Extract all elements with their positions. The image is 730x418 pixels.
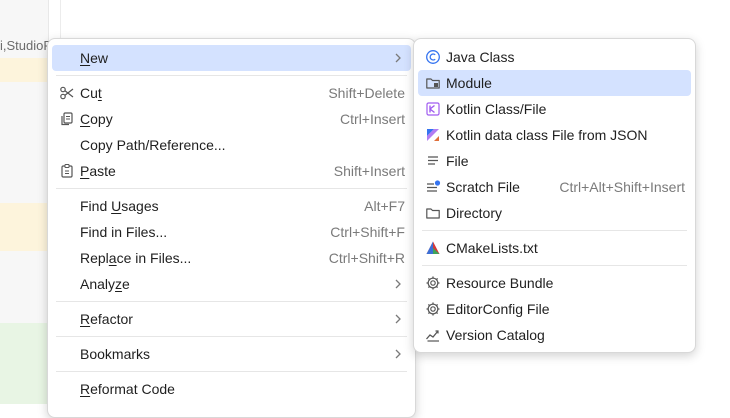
submenu-item-kotlin-class[interactable]: Kotlin Class/File — [418, 96, 691, 122]
submenu-item-module[interactable]: Module — [418, 70, 691, 96]
kotlin-file-icon — [425, 101, 441, 117]
shortcut-text: Ctrl+Shift+R — [328, 250, 405, 266]
scratch-file-icon — [425, 179, 441, 195]
menu-item-reformat-code[interactable]: Reformat Code — [52, 376, 411, 402]
menu-separator — [56, 75, 407, 76]
submenu-item-cmakelists[interactable]: CMakeLists.txt — [418, 235, 691, 261]
kotlin-json-icon — [425, 127, 441, 143]
menu-separator — [56, 301, 407, 302]
chevron-right-icon — [395, 279, 401, 289]
submenu-item-resource-bundle[interactable]: Resource Bundle — [418, 270, 691, 296]
module-folder-icon — [425, 75, 441, 91]
cmake-icon — [425, 240, 441, 256]
menu-separator — [56, 371, 407, 372]
paste-icon — [59, 163, 75, 179]
context-menu: New Cut Shift+Delete Copy Ctrl+Insert Co… — [47, 38, 416, 418]
shortcut-text: Ctrl+Alt+Shift+Insert — [559, 179, 685, 195]
shortcut-text: Shift+Delete — [328, 85, 405, 101]
highlight-band — [0, 58, 48, 82]
menu-item-new[interactable]: New — [52, 45, 411, 71]
menu-item-cut[interactable]: Cut Shift+Delete — [52, 80, 411, 106]
menu-separator — [422, 230, 687, 231]
highlight-band — [0, 203, 48, 251]
menu-item-find-in-files[interactable]: Find in Files... Ctrl+Shift+F — [52, 219, 411, 245]
text-file-icon — [425, 153, 441, 169]
chevron-right-icon — [395, 349, 401, 359]
menu-item-paste[interactable]: Paste Shift+Insert — [52, 158, 411, 184]
submenu-item-directory[interactable]: Directory — [418, 200, 691, 226]
shortcut-text: Alt+F7 — [364, 198, 405, 214]
shortcut-text: Shift+Insert — [333, 163, 405, 179]
submenu-item-version-catalog[interactable]: Version Catalog — [418, 322, 691, 348]
submenu-item-kotlin-json[interactable]: Kotlin data class File from JSON — [418, 122, 691, 148]
shortcut-text: Ctrl+Insert — [340, 111, 405, 127]
folder-icon — [425, 205, 441, 221]
scissors-icon — [59, 85, 75, 101]
menu-item-replace-in-files[interactable]: Replace in Files... Ctrl+Shift+R — [52, 245, 411, 271]
gear-icon — [425, 301, 441, 317]
chevron-right-icon — [395, 314, 401, 324]
submenu-item-editorconfig[interactable]: EditorConfig File — [418, 296, 691, 322]
menu-item-bookmarks[interactable]: Bookmarks — [52, 341, 411, 367]
menu-item-find-usages[interactable]: Find Usages Alt+F7 — [52, 193, 411, 219]
copy-icon — [59, 111, 75, 127]
chevron-right-icon — [395, 53, 401, 63]
menu-separator — [56, 188, 407, 189]
submenu-item-java-class[interactable]: Java Class — [418, 44, 691, 70]
menu-item-refactor[interactable]: Refactor — [52, 306, 411, 332]
java-class-icon — [425, 49, 441, 65]
submenu-item-file[interactable]: File — [418, 148, 691, 174]
menu-item-copy[interactable]: Copy Ctrl+Insert — [52, 106, 411, 132]
highlight-band — [0, 323, 48, 404]
shortcut-text: Ctrl+Shift+F — [330, 224, 405, 240]
menu-item-analyze[interactable]: Analyze — [52, 271, 411, 297]
editor-divider — [60, 0, 61, 38]
version-catalog-icon — [425, 327, 441, 343]
menu-separator — [56, 336, 407, 337]
submenu-item-scratch-file[interactable]: Scratch File Ctrl+Alt+Shift+Insert — [418, 174, 691, 200]
new-submenu: Java Class Module Kotlin Class/File Kotl… — [413, 38, 696, 353]
menu-separator — [422, 265, 687, 266]
breadcrumb: i,StudioP — [0, 38, 53, 53]
menu-item-copy-path[interactable]: Copy Path/Reference... — [52, 132, 411, 158]
gear-icon — [425, 275, 441, 291]
